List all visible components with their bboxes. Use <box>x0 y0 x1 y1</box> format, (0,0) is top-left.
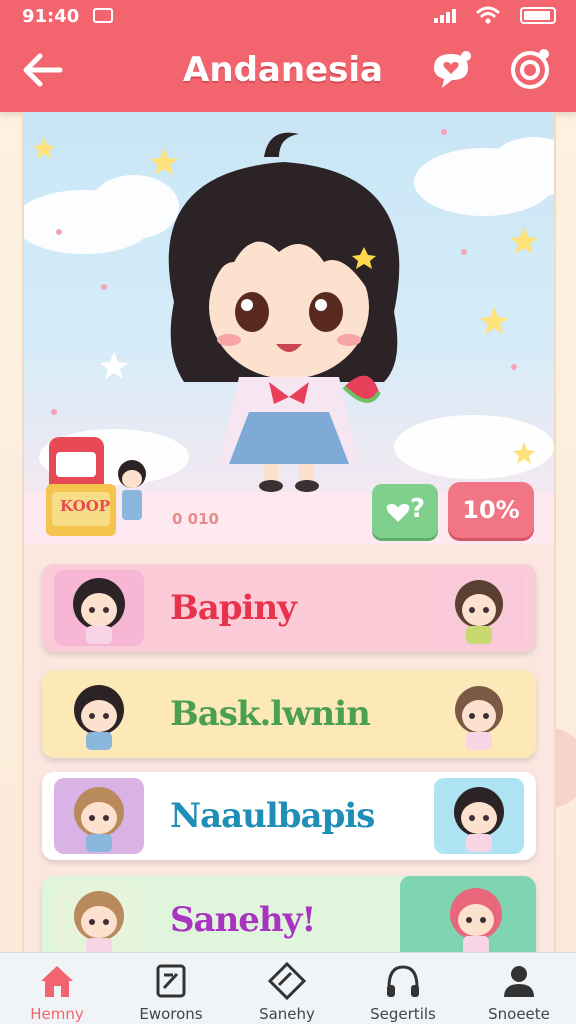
card-label: Sanehy! <box>170 900 316 940</box>
like-label: ? <box>410 494 426 524</box>
counter-text: 0 010 <box>172 510 219 528</box>
nav-label: Eworons <box>139 1005 203 1023</box>
heart-question-icon <box>386 504 410 522</box>
percent-button[interactable]: 10% <box>448 482 534 538</box>
chibi-avatar-icon <box>74 891 124 956</box>
nav-item-home[interactable]: Hemny <box>2 953 112 1024</box>
chibi-avatar-icon <box>455 580 503 644</box>
back-button[interactable] <box>20 50 66 90</box>
like-button[interactable]: ? <box>372 484 438 538</box>
card-thumbnail-left <box>54 676 144 752</box>
nav-item-eworons[interactable]: Eworons <box>116 953 226 1024</box>
app-header: 91:40 Andanesia <box>0 0 576 112</box>
nav-label: Hemny <box>30 1005 84 1023</box>
status-icons <box>434 6 556 24</box>
headphones-icon <box>387 965 419 997</box>
hero-banner: KOOP 0 010 ? 10% <box>24 112 554 544</box>
target-settings-icon <box>511 49 549 89</box>
nav-item-segertils[interactable]: Segertils <box>348 953 458 1024</box>
notification-icon <box>93 8 113 23</box>
menu-card-basklwnin[interactable]: Bask.lwnin <box>42 670 536 758</box>
nav-item-sanehy[interactable]: Sanehy <box>232 953 342 1024</box>
status-bar: 91:40 <box>0 0 576 34</box>
home-icon <box>41 966 73 997</box>
nav-label: Snoeete <box>488 1005 550 1023</box>
wifi-icon <box>476 6 500 24</box>
card-label: Bask.lwnin <box>170 694 371 734</box>
main-content: KOOP 0 010 ? 10% Bapiny Bask.lwnin Naaul… <box>22 112 556 964</box>
menu-card-sanehy[interactable]: Sanehy! <box>42 876 536 964</box>
card-thumbnail-right <box>434 778 524 854</box>
settings-button[interactable] <box>506 44 554 92</box>
document-icon <box>156 964 186 998</box>
card-thumbnail-right <box>434 570 524 646</box>
status-time: 91:40 <box>22 6 80 27</box>
card-thumbnail-right <box>434 676 524 752</box>
card-thumbnail-left <box>54 778 144 854</box>
diamond-icon <box>267 961 307 1001</box>
signal-icon <box>434 7 456 23</box>
card-label: Naaulbapis <box>170 796 375 836</box>
nav-label: Segertils <box>370 1005 436 1023</box>
card-thumbnail-left <box>54 570 144 646</box>
card-thumbnail-left <box>54 882 144 958</box>
chibi-avatar-icon <box>74 787 124 852</box>
battery-icon <box>520 6 556 24</box>
chat-button[interactable] <box>428 46 474 92</box>
chibi-avatar-icon <box>73 578 125 644</box>
chibi-avatar-icon <box>454 787 504 852</box>
character-illustration <box>24 129 554 536</box>
heart-chat-icon <box>434 51 471 88</box>
card-label: Bapiny <box>170 588 297 628</box>
arrow-left-icon <box>23 53 63 87</box>
profile-icon <box>504 966 534 997</box>
chibi-avatar-icon <box>455 686 503 750</box>
menu-card-naaulbapis[interactable]: Naaulbapis <box>42 772 536 860</box>
page-title: Andanesia <box>183 50 383 90</box>
card-thumbnail-right <box>400 876 536 964</box>
sign-text: KOOP <box>60 497 111 515</box>
nav-item-snoeete[interactable]: Snoeete <box>464 953 574 1024</box>
chibi-avatar-icon <box>74 685 124 750</box>
chibi-avatar-icon <box>450 888 502 956</box>
menu-card-bapiny[interactable]: Bapiny <box>42 564 536 652</box>
bottom-navigation: Hemny Eworons Sanehy Segertils Snoeete <box>0 952 576 1024</box>
nav-label: Sanehy <box>259 1005 315 1023</box>
